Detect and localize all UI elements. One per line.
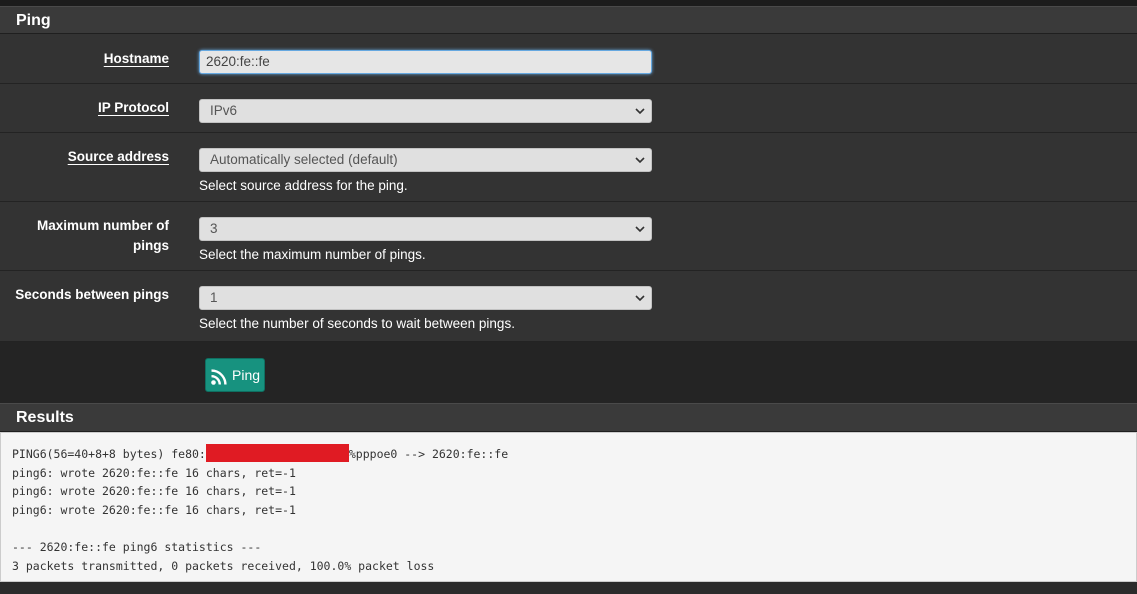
results-line: ping6: wrote 2620:fe::fe 16 chars, ret=-… [12, 484, 296, 499]
results-line: PING6(56=40+8+8 bytes) fe80: [12, 447, 206, 461]
max-pings-select[interactable]: 3 [199, 217, 652, 241]
max-pings-selected: 3 [210, 221, 218, 236]
redacted-address [205, 444, 349, 462]
ip-protocol-selected: IPv6 [210, 103, 238, 118]
action-row: Ping [0, 342, 1137, 403]
results-line: 3 packets transmitted, 0 packets receive… [12, 558, 435, 573]
results-output[interactable]: PING6(56=40+8+8 bytes) fe80: %pppoe0 --> … [0, 432, 1137, 582]
seconds-between-select[interactable]: 1 [199, 286, 652, 310]
chevron-down-icon [635, 108, 645, 115]
max-pings-row: Maximum number of pings 3 Select the max… [0, 202, 1137, 271]
ping-panel-heading: Ping [0, 6, 1137, 34]
ping-panel-title: Ping [16, 12, 51, 29]
results-text: PING6(56=40+8+8 bytes) fe80: %pppoe0 --> … [12, 444, 508, 575]
ip-protocol-select[interactable]: IPv6 [199, 99, 652, 123]
ping-button-label: Ping [232, 367, 261, 383]
results-line: ping6: wrote 2620:fe::fe 16 chars, ret=-… [12, 465, 296, 480]
source-address-select[interactable]: Automatically selected (default) [199, 148, 652, 172]
results-line: --- 2620:fe::fe ping6 statistics --- [12, 539, 262, 554]
source-address-help: Select source address for the ping. [199, 178, 408, 193]
chevron-down-icon [635, 295, 645, 302]
rss-icon [211, 369, 227, 385]
seconds-between-help: Select the number of seconds to wait bet… [199, 316, 515, 331]
source-address-label: Source address [67, 149, 169, 164]
max-pings-label: Maximum number of pings [36, 218, 169, 253]
chevron-down-icon [635, 157, 645, 164]
ip-protocol-label: IP Protocol [97, 100, 169, 115]
hostname-input[interactable]: 2620:fe::fe [199, 50, 652, 74]
seconds-between-selected: 1 [210, 290, 218, 305]
ip-protocol-row: IP Protocol IPv6 [0, 84, 1137, 133]
hostname-label: Hostname [103, 51, 169, 66]
ping-button[interactable]: Ping [205, 358, 265, 392]
seconds-between-label: Seconds between pings [15, 287, 169, 302]
bottom-strip [0, 582, 1137, 594]
results-panel-heading: Results [0, 403, 1137, 432]
hostname-row: Hostname 2620:fe::fe [0, 34, 1137, 84]
diagnostics-ping-page: Ping Hostname 2620:fe::fe IP Protocol IP… [0, 0, 1137, 594]
source-address-row: Source address Automatically selected (d… [0, 133, 1137, 202]
max-pings-help: Select the maximum number of pings. [199, 247, 426, 262]
results-line: %pppoe0 --> 2620:fe::fe [348, 447, 509, 461]
source-address-selected: Automatically selected (default) [210, 152, 398, 167]
seconds-between-row: Seconds between pings 1 Select the numbe… [0, 271, 1137, 342]
results-panel-title: Results [16, 409, 74, 426]
results-line: ping6: wrote 2620:fe::fe 16 chars, ret=-… [12, 502, 296, 517]
chevron-down-icon [635, 226, 645, 233]
